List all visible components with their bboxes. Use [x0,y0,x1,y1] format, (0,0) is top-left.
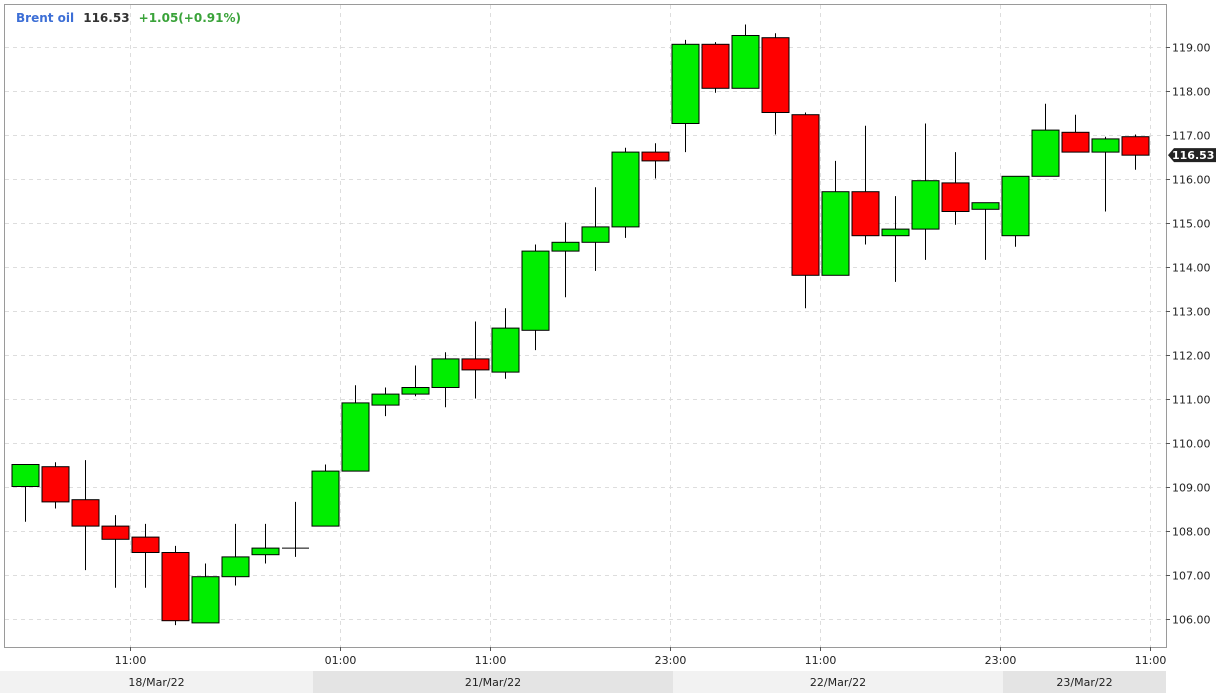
date-bar: 18/Mar/22 21/Mar/22 22/Mar/22 23/Mar/22 [0,671,1166,693]
price-tick-label: 118.00 [1172,86,1211,99]
candle-body-up [311,470,340,527]
candle-body-down [1061,131,1090,153]
candle-body-down [641,151,670,162]
legend-instrument-name: Brent oil [16,11,74,25]
time-tick-label: 11:00 [475,654,507,667]
legend-last-price: 116.53 [83,11,129,25]
candle-body-up [581,226,610,243]
last-price-marker: 116.53 [1168,148,1216,163]
candle [611,147,640,238]
candle-body-up [551,241,580,252]
candle-body-down [851,191,880,237]
last-price-label: 116.53 [1172,149,1214,162]
price-tick-label: 119.00 [1172,42,1211,55]
candle-body-up [221,556,250,578]
candle [1001,175,1030,247]
candle-body-down [101,525,130,540]
price-tick-label: 106.00 [1172,614,1211,627]
candle-body-down [131,536,160,553]
time-tick-label: 23:00 [655,654,687,667]
candle-body-down [461,358,490,371]
price-tick-label: 116.00 [1172,174,1211,187]
candle-body-down [1121,136,1150,156]
candle-body-up [341,402,370,472]
price-tick-label: 108.00 [1172,526,1211,539]
candle [41,462,70,509]
price-tick-label: 110.00 [1172,438,1211,451]
candle [161,545,190,626]
candle-body-down [161,552,190,622]
candle-body-down [41,466,70,503]
legend-price-change: +1.05(+0.91%) [139,11,241,25]
price-tick-label: 109.00 [1172,482,1211,495]
chart-frame: 106.00 107.00 108.00 109.00 110.00 111.00 112.… [0,0,1218,693]
date-label: 18/Mar/22 [128,676,184,689]
candle-body-up [431,358,460,388]
price-tick-label: 115.00 [1172,218,1211,231]
price-tick-label: 113.00 [1172,306,1211,319]
candle-body-up [371,393,400,406]
candle-body-up [401,387,430,395]
time-tick-label: 23:00 [985,654,1017,667]
candle-body-up [251,547,280,556]
date-label: 21/Mar/22 [465,676,521,689]
candle-body-up [611,151,640,228]
price-tick-label: 112.00 [1172,350,1211,363]
candle-body-up [971,202,1000,210]
candle-body-down [701,43,730,89]
candle-body-up [521,250,550,331]
candle-body-up [911,180,940,230]
candle-body-down [791,114,820,276]
candle-body-up [671,43,700,124]
candlestick-chart[interactable]: 106.00 107.00 108.00 109.00 110.00 111.00 112.… [0,0,1218,693]
candle [701,42,730,93]
candle-body-up [731,35,760,89]
candle [311,464,340,527]
price-tick-label: 111.00 [1172,394,1211,407]
time-tick-label: 11:00 [805,654,837,667]
time-tick-label: 11:00 [1135,654,1167,667]
date-label: 23/Mar/22 [1056,676,1112,689]
time-tick-label: 11:00 [115,654,147,667]
candle-body-up [191,576,220,624]
candle-body-up [821,191,850,276]
plot-area [4,4,1167,648]
candle-body-up [11,464,40,487]
date-label: 22/Mar/22 [810,676,866,689]
candle-body-up [1031,129,1060,177]
candle-body-down [761,37,790,114]
price-tick-label: 114.00 [1172,262,1211,275]
time-tick-label: 01:00 [325,654,357,667]
price-tick-label: 107.00 [1172,570,1211,583]
candle-body-up [881,228,910,237]
candle-body-down [71,499,100,527]
price-tick-label: 117.00 [1172,130,1211,143]
candle-body-up [491,327,520,373]
candle-body-up [1001,175,1030,237]
candle-body-up [1091,138,1120,153]
candle-body-down [941,182,970,212]
